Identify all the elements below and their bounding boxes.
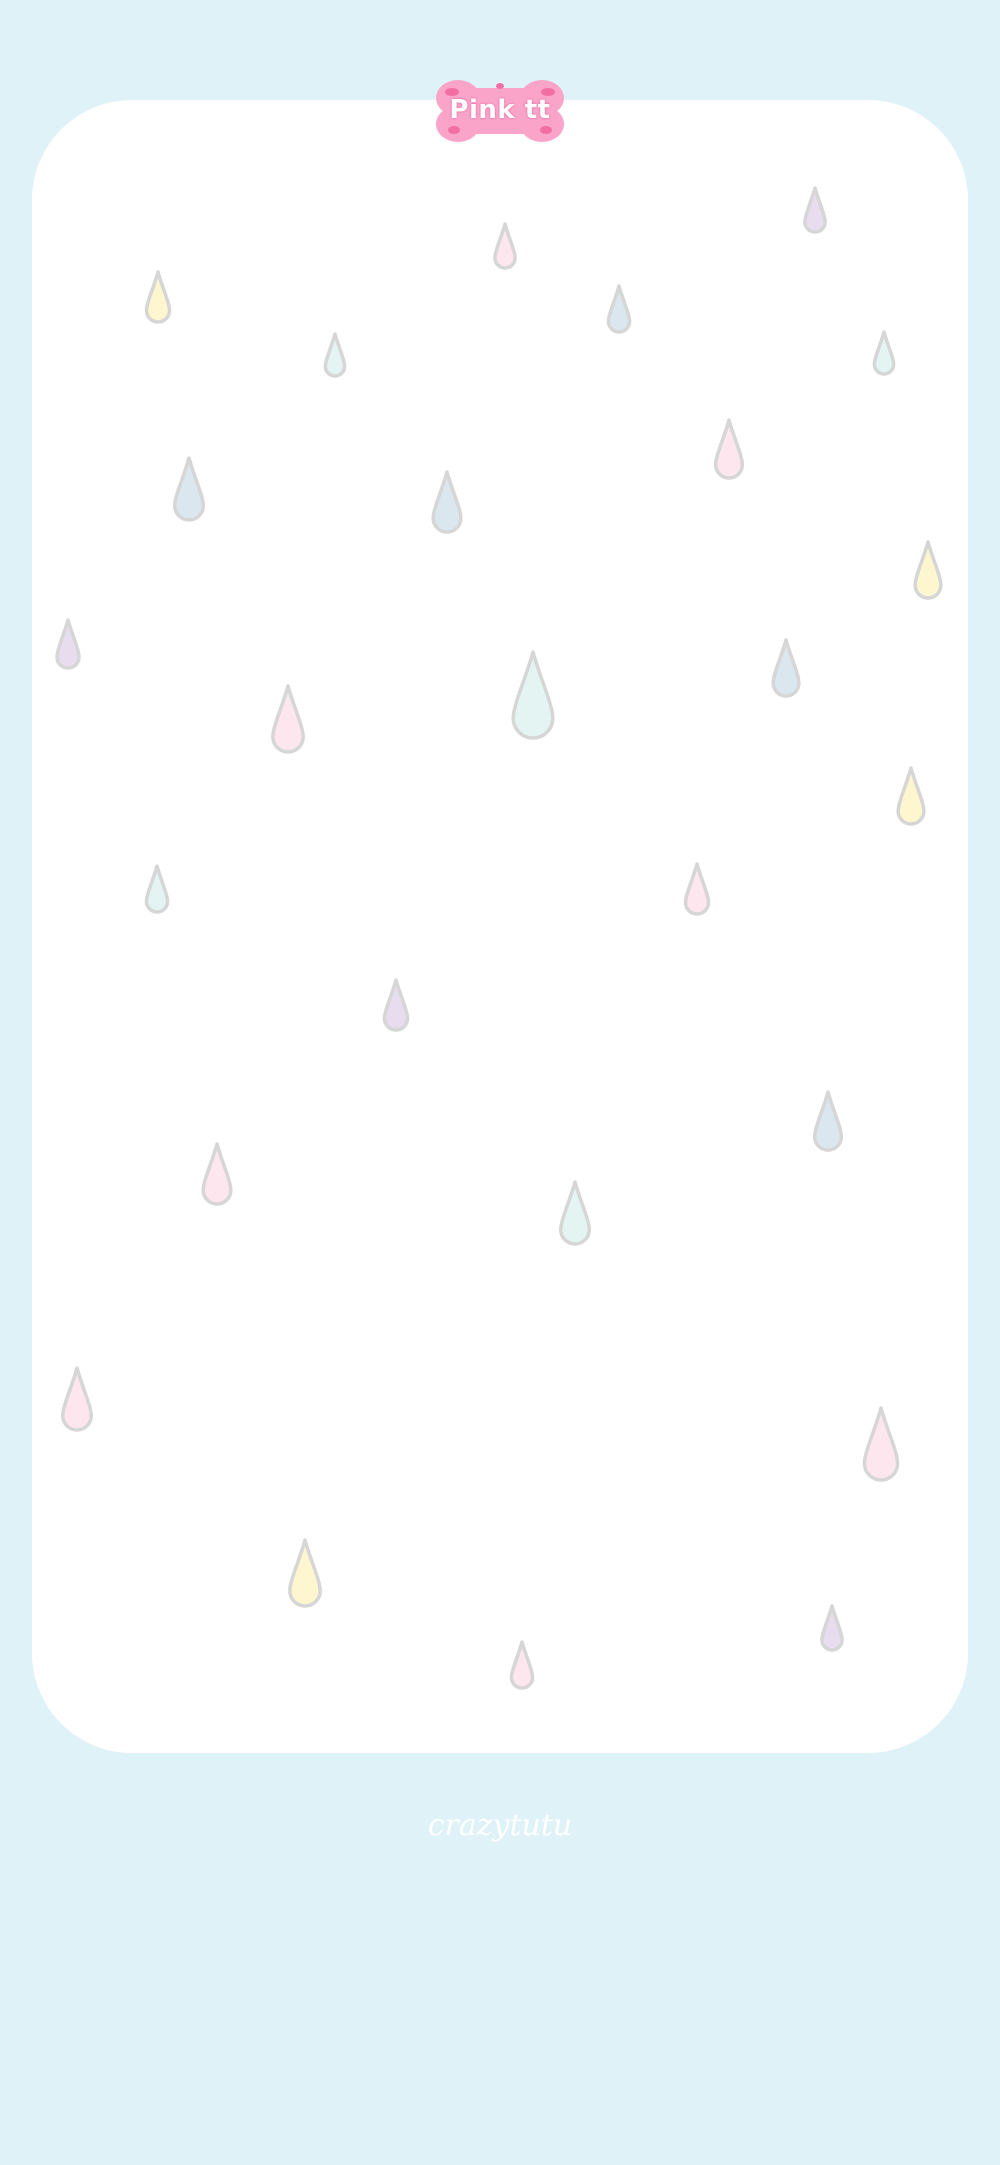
badge-label: Pink tt [449, 95, 551, 125]
bow-badge: Pink tt [430, 70, 570, 150]
raindrop-icon [713, 418, 745, 480]
raindrop-icon [431, 470, 463, 534]
raindrop-icon [493, 222, 517, 270]
raindrop-icon [382, 978, 410, 1032]
raindrop-icon [812, 1090, 844, 1152]
raindrop-icon [323, 332, 347, 378]
raindrop-icon [271, 684, 305, 754]
raindrop-icon [201, 1142, 233, 1206]
raindrop-icon [862, 1406, 900, 1482]
raindrop-icon [558, 1180, 592, 1246]
raindrop-icon [913, 540, 943, 600]
raindrop-icon [606, 284, 632, 334]
raindrop-icon [683, 862, 711, 916]
raindrop-icon [803, 186, 827, 234]
raindrop-icon [511, 650, 555, 740]
raindrop-icon [144, 864, 170, 914]
raindrop-icon [55, 618, 81, 670]
raindrop-icon [172, 456, 206, 522]
raindrop-icon [509, 1640, 535, 1690]
raindrop-icon [288, 1538, 322, 1608]
raindrop-icon [820, 1604, 844, 1652]
raindrop-icon [872, 330, 896, 376]
raindrop-icon [60, 1366, 94, 1432]
raindrop-icon [144, 270, 172, 324]
watermark-text: crazytutu [427, 1808, 573, 1843]
raindrop-icon [896, 766, 926, 826]
raindrop-icon [771, 638, 801, 698]
